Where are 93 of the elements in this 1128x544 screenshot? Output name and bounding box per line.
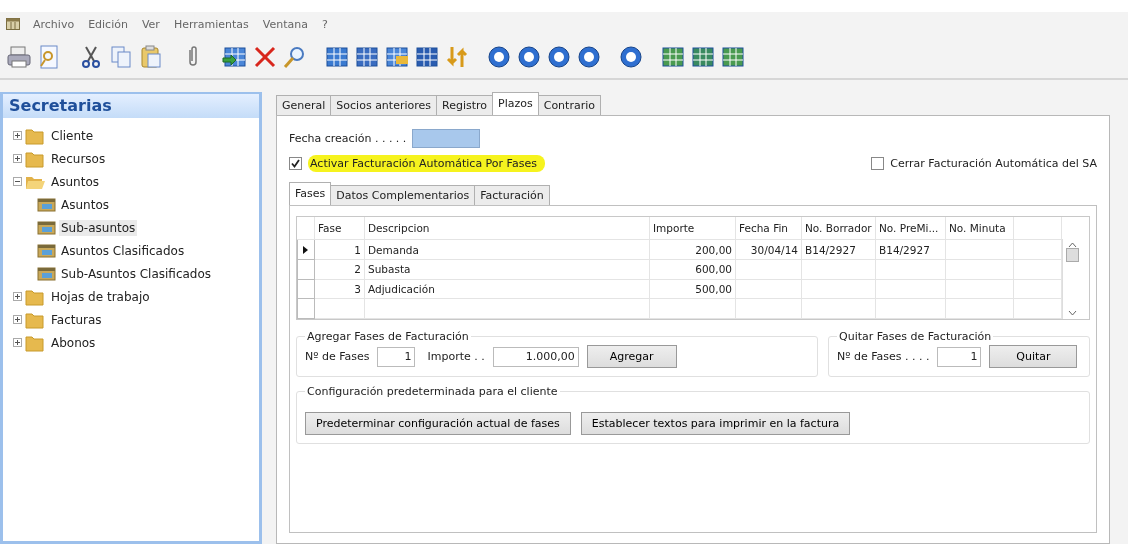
column-header[interactable]: Fase	[314, 217, 365, 240]
checkbox[interactable]	[289, 156, 302, 170]
current-row-icon	[303, 245, 308, 254]
scroll-down-icon[interactable]	[1067, 310, 1077, 316]
table-icon	[37, 218, 56, 237]
expand-icon[interactable]	[13, 154, 22, 163]
date-field[interactable]	[412, 128, 481, 148]
tab[interactable]: Socios anteriores	[330, 95, 437, 115]
table-cell: 3	[314, 279, 365, 299]
column-header[interactable]: Importe	[649, 217, 736, 240]
action-button[interactable]: Predeterminar configuración actual de fases	[305, 412, 571, 435]
field-label: Nº de Fases . . . .	[837, 350, 930, 363]
table-cell: Adjudicación	[364, 279, 650, 299]
table-icon	[37, 241, 56, 260]
table-cell: B14/2927	[801, 239, 876, 260]
table-cell: 200,00	[649, 239, 736, 260]
group-title: Configuración predeterminada para el cliente	[306, 385, 559, 398]
scroll-thumb[interactable]	[1065, 248, 1079, 262]
tab[interactable]: Datos Complementarios	[330, 185, 476, 205]
table-cell: 2	[314, 259, 365, 280]
checkbox-label[interactable]: Cerrar Facturación Automática del SA	[890, 156, 1097, 170]
tree-item[interactable]: Asuntos Clasificados	[59, 242, 187, 259]
column-header[interactable]: No. PreMi...	[875, 217, 946, 240]
action-button[interactable]: Establecer textos para imprimir en la factura	[580, 412, 851, 435]
tree-item[interactable]: Recursos	[49, 150, 108, 167]
grid-icon[interactable]	[354, 44, 380, 70]
tree-item[interactable]: Sub-Asuntos Clasificados	[59, 265, 214, 282]
table-cell: 1	[314, 239, 365, 260]
tab[interactable]: Plazos	[492, 92, 539, 115]
folder-icon	[25, 310, 46, 329]
panel-title: Secretarias	[3, 94, 259, 118]
menu-item[interactable]: Herramientas	[172, 17, 250, 31]
tree-item[interactable]: Asuntos	[49, 173, 101, 190]
tree-item[interactable]: Sub-asuntos	[59, 219, 138, 236]
grid-icon[interactable]	[690, 44, 716, 70]
tab[interactable]: Facturación	[474, 185, 550, 205]
table-icon	[37, 195, 56, 214]
grid-folder-icon[interactable]	[384, 44, 410, 70]
expand-icon[interactable]	[13, 292, 22, 301]
tab[interactable]: Registro	[436, 95, 494, 115]
menu-item[interactable]: ?	[321, 17, 329, 31]
group-title: Agregar Fases de Facturación	[306, 330, 470, 343]
tree-item[interactable]: Asuntos	[59, 196, 111, 213]
menu-item[interactable]: Archivo	[32, 17, 76, 31]
column-header[interactable]: Descripcion	[364, 217, 650, 240]
number-field[interactable]: 1	[377, 346, 416, 367]
menu-item[interactable]: Ventana	[261, 17, 309, 31]
scroll-up-icon[interactable]	[1067, 242, 1077, 248]
table-cell: 600,00	[649, 259, 736, 280]
expand-icon[interactable]	[13, 131, 22, 140]
table-cell: B14/2927	[875, 239, 946, 260]
field-label: Importe . .	[427, 350, 485, 363]
grid-icon[interactable]	[660, 44, 686, 70]
number-field[interactable]: 1	[937, 346, 982, 367]
tree-item[interactable]: Facturas	[49, 311, 104, 328]
grid-icon[interactable]	[720, 44, 746, 70]
amount-field[interactable]: 1.000,00	[492, 346, 579, 367]
collapse-icon[interactable]	[13, 177, 22, 186]
column-header[interactable]: No. Minuta	[945, 217, 1014, 240]
folder-icon	[25, 149, 46, 168]
table-icon	[37, 264, 56, 283]
tab[interactable]: General	[276, 95, 332, 115]
folder-icon	[25, 126, 46, 145]
table-cell: 30/04/14	[735, 239, 802, 260]
tree-item[interactable]: Hojas de trabajo	[49, 288, 152, 305]
field-label: Nº de Fases	[305, 350, 370, 363]
folder-icon	[25, 287, 46, 306]
add-button[interactable]: Agregar	[586, 345, 677, 368]
app-icon	[6, 18, 20, 30]
grid-icon[interactable]	[414, 44, 440, 70]
menu-item[interactable]: Ver	[140, 17, 161, 31]
table-cell: Subasta	[364, 259, 650, 280]
table-cell: 500,00	[649, 279, 736, 299]
column-header[interactable]: No. Borrador	[801, 217, 876, 240]
remove-button[interactable]: Quitar	[989, 345, 1078, 368]
scrollbar[interactable]	[1062, 239, 1081, 319]
column-header[interactable]: Fecha Fin	[735, 217, 802, 240]
grid-icon[interactable]	[324, 44, 350, 70]
print-icon[interactable]	[6, 44, 32, 70]
tree-item[interactable]: Cliente	[49, 127, 96, 144]
checkbox[interactable]	[871, 156, 885, 170]
field-label: Fecha creación . . . . .	[289, 131, 407, 145]
delete-icon[interactable]	[252, 44, 278, 70]
checkbox-label[interactable]: Activar Facturación Automática Por Fases	[308, 154, 545, 172]
menu-item[interactable]: Edición	[87, 17, 129, 31]
folder-icon	[25, 333, 46, 352]
table-cell: Demanda	[364, 239, 650, 260]
tree-item[interactable]: Abonos	[49, 334, 98, 351]
group-title: Quitar Fases de Facturación	[838, 330, 993, 343]
expand-icon[interactable]	[13, 338, 22, 347]
expand-icon[interactable]	[13, 315, 22, 324]
tab[interactable]: Fases	[289, 182, 332, 205]
tab[interactable]: Contrario	[537, 95, 601, 115]
